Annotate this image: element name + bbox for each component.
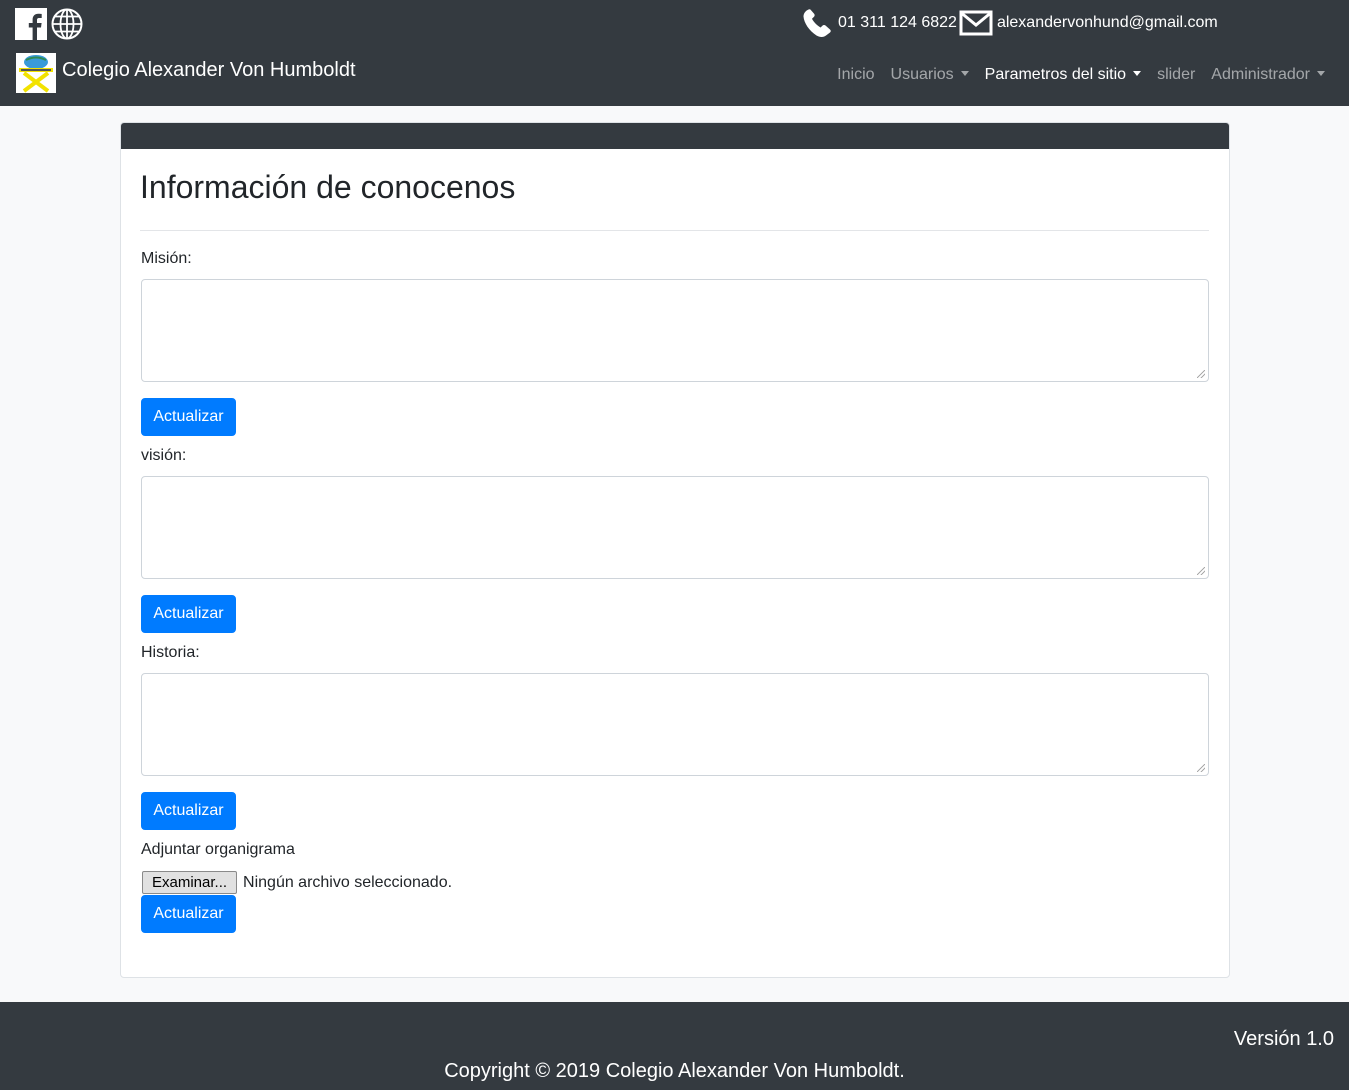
divider (140, 230, 1209, 231)
caret-down-icon (1317, 71, 1325, 76)
resize-handle-icon[interactable] (1197, 567, 1205, 575)
vision-label: visión: (141, 447, 187, 464)
contact-info: 01 311 124 6822 alexandervonhund@gmail.c… (800, 6, 1218, 40)
contact-email[interactable]: alexandervonhund@gmail.com (997, 14, 1218, 32)
brand-name: Colegio Alexander Von Humboldt (62, 58, 356, 81)
update-vision-button[interactable]: Actualizar (141, 595, 236, 633)
conocenos-card: Información de conocenos Misión: Actuali… (120, 122, 1230, 978)
card-header (121, 123, 1229, 149)
social-links (15, 8, 83, 40)
update-organigrama-button[interactable]: Actualizar (141, 895, 236, 933)
nav-administrador-label: Administrador (1211, 66, 1310, 83)
phone-icon (803, 9, 831, 37)
version-label: Versión 1.0 (1233, 1028, 1334, 1050)
nav-usuarios-dropdown[interactable]: Usuarios (883, 63, 977, 87)
globe-icon[interactable] (51, 8, 83, 40)
nav-usuarios-label: Usuarios (890, 66, 954, 83)
file-status: Ningún archivo seleccionado. (243, 873, 453, 891)
resize-handle-icon[interactable] (1197, 370, 1205, 378)
update-mision-button[interactable]: Actualizar (141, 398, 236, 436)
organigrama-label: Adjuntar organigrama (141, 841, 295, 858)
resize-handle-icon[interactable] (1197, 764, 1205, 772)
nav-parametros-label: Parametros del sitio (984, 66, 1127, 83)
brand[interactable]: Colegio Alexander Von Humboldt (16, 53, 356, 93)
nav-slider[interactable]: slider (1149, 63, 1203, 87)
main-nav: Inicio Usuarios Parametros del sitio sli… (829, 63, 1333, 87)
mision-textarea[interactable] (141, 279, 1209, 382)
caret-down-icon (1133, 71, 1142, 76)
footer: Versión 1.0 Copyright © 2019 Colegio Ale… (0, 1002, 1349, 1090)
nav-inicio[interactable]: Inicio (829, 63, 882, 87)
copyright: Copyright © 2019 Colegio Alexander Von H… (444, 1060, 905, 1082)
browse-file-button[interactable]: Examinar... (142, 871, 238, 894)
caret-down-icon (960, 71, 969, 76)
mail-icon (959, 10, 993, 36)
nav-parametros-dropdown[interactable]: Parametros del sitio (977, 63, 1149, 87)
school-logo (16, 53, 56, 93)
mision-label: Misión: (141, 250, 192, 267)
historia-label: Historia: (141, 644, 200, 661)
page-title: Información de conocenos (140, 169, 516, 205)
nav-slider-label: slider (1157, 66, 1196, 83)
nav-administrador-dropdown[interactable]: Administrador (1203, 63, 1333, 87)
organigrama-file-input[interactable]: Examinar... Ningún archivo seleccionado. (142, 871, 452, 894)
top-navbar: 01 311 124 6822 alexandervonhund@gmail.c… (0, 0, 1349, 106)
update-historia-button[interactable]: Actualizar (141, 792, 236, 830)
phone-number: 01 311 124 6822 (838, 14, 957, 31)
facebook-icon[interactable] (15, 8, 47, 40)
nav-inicio-label: Inicio (837, 66, 875, 83)
historia-textarea[interactable] (141, 673, 1209, 776)
vision-textarea[interactable] (141, 476, 1209, 579)
